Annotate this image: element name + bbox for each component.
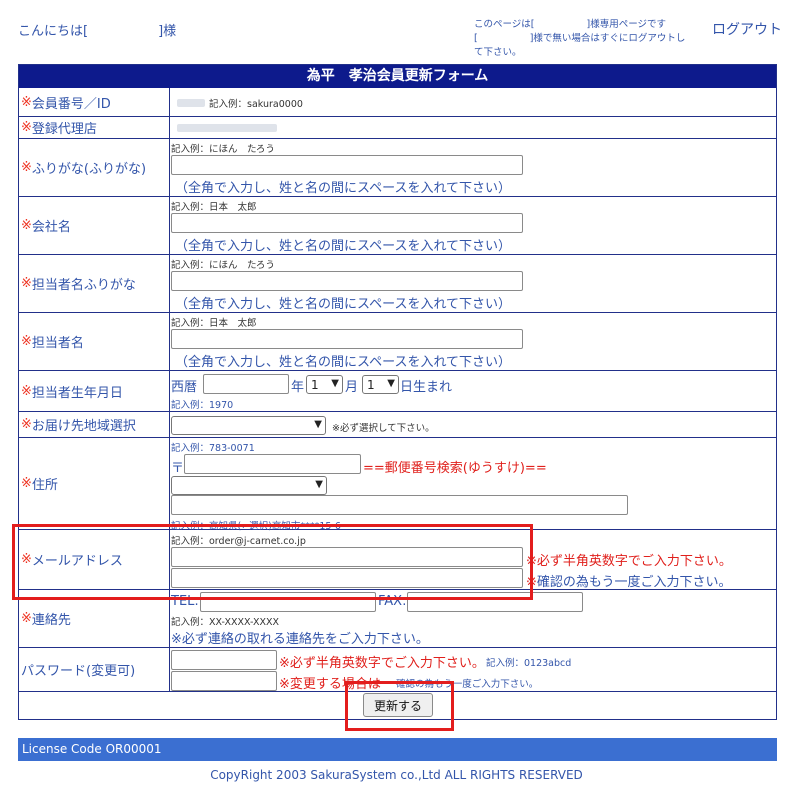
- highlight-email-section: [12, 524, 533, 600]
- member-id-value: [177, 99, 205, 107]
- email-confirm-note: 確認の為もう一度ご入力下さい。: [536, 575, 732, 590]
- birth-month-select[interactable]: 1 ▼: [306, 375, 343, 394]
- greeting: こんにちは[]様: [18, 24, 177, 39]
- row-member-id: ※ 会員番号／ID 記入例：sakura0000: [19, 88, 776, 117]
- row-region: ※ お届け先地域選択 ▼ ※必ず選択して下さい。: [19, 412, 776, 438]
- password-input[interactable]: [171, 650, 277, 670]
- private-page-notice: このページは[]様専用ページです []様で無い場合はすぐにログアウトし て下さい…: [474, 19, 686, 58]
- region-select[interactable]: ▼: [171, 416, 326, 435]
- copyright: CopyRight 2003 SakuraSystem co.,Ltd ALL …: [210, 768, 583, 782]
- row-address: ※ 住所 記入例：783-0071 〒 ==郵便番号検索(ゆうすけ)== ▼ 記入…: [19, 438, 776, 532]
- highlight-update-button: [345, 681, 454, 731]
- contact-furigana-input[interactable]: [171, 271, 523, 291]
- chevron-down-icon: ▼: [315, 479, 323, 490]
- row-contact-furigana: ※ 担当者名ふりがな 記入例：にほん たろう （全角で入力し、姓と名の間にスペース…: [19, 255, 776, 313]
- agency-value: [177, 124, 277, 132]
- chevron-down-icon: ▼: [314, 419, 322, 430]
- password-confirm-input[interactable]: [171, 671, 277, 691]
- birth-year-input[interactable]: [203, 374, 289, 394]
- row-company: ※ 会社名 記入例：日本 太郎 （全角で入力し、姓と名の間にスペースを入れて下さい…: [19, 197, 776, 255]
- company-input[interactable]: [171, 213, 523, 233]
- contact-name-input[interactable]: [171, 329, 523, 349]
- birth-day-select[interactable]: 1 ▼: [362, 375, 399, 394]
- prefecture-select[interactable]: ▼: [171, 476, 327, 495]
- row-contact-name: ※ 担当者名 記入例：日本 太郎 （全角で入力し、姓と名の間にスペースを入れて下さ…: [19, 313, 776, 371]
- form-title: 為平 孝治会員更新フォーム: [19, 65, 776, 88]
- row-agency: ※ 登録代理店: [19, 117, 776, 139]
- license-bar: License Code OR00001: [18, 738, 777, 761]
- chevron-down-icon: ▼: [331, 378, 339, 389]
- row-furigana: ※ ふりがな(ふりがな) 記入例：にほん たろう （全角で入力し、姓と名の間にスペ…: [19, 139, 776, 197]
- row-birthday: ※ 担当者生年月日 西暦 年 1 ▼ 月 1 ▼ 日生まれ 記入例：1970: [19, 371, 776, 412]
- logout-link[interactable]: ログアウト: [712, 19, 782, 39]
- postal-search-link[interactable]: ==郵便番号検索(ゆうすけ)==: [363, 457, 547, 476]
- postal-code-input[interactable]: [184, 454, 361, 474]
- chevron-down-icon: ▼: [387, 378, 395, 389]
- address-input[interactable]: [171, 495, 628, 515]
- furigana-input[interactable]: [171, 155, 523, 175]
